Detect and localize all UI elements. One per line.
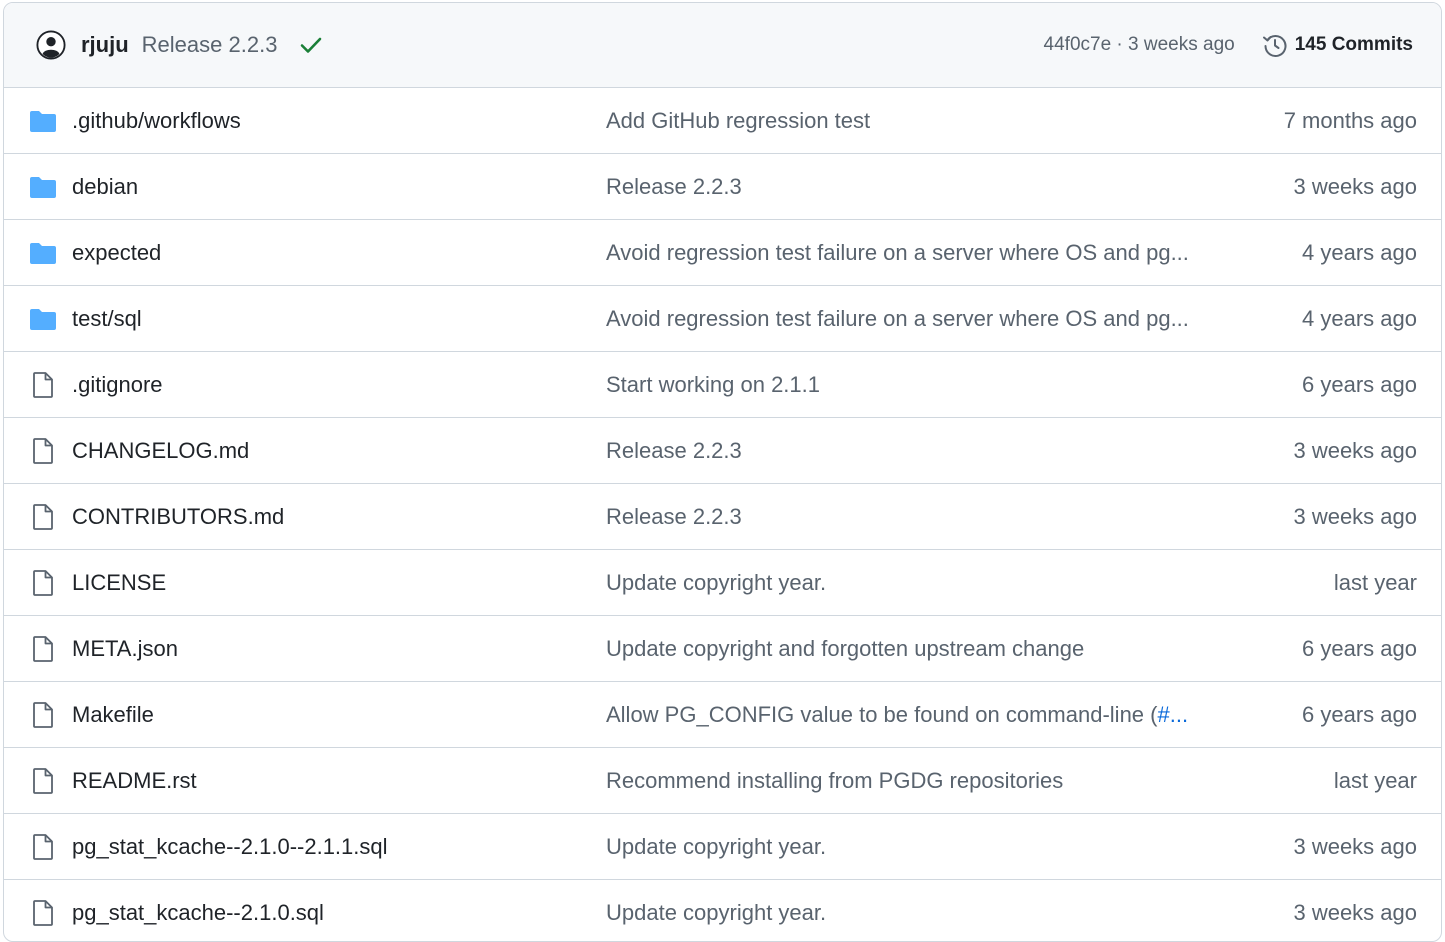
commit-message-link[interactable]: Avoid regression test failure on a serve… [606,240,1189,266]
file-row[interactable]: test/sql Avoid regression test failure on… [4,286,1441,352]
folder-icon [28,240,58,266]
commit-message-link[interactable]: Update copyright and forgotten upstream … [606,636,1084,662]
issue-reference-link[interactable]: #... [1157,702,1188,727]
commit-age: 4 years ago [1302,239,1417,265]
file-name-link[interactable]: debian [72,174,138,200]
file-name-link[interactable]: .gitignore [72,372,163,398]
folder-icon [28,306,58,332]
commit-message-text: Avoid regression test failure on a serve… [606,239,1189,265]
file-name-link[interactable]: pg_stat_kcache--2.1.0.sql [72,900,324,926]
file-icon [28,437,58,464]
file-name-link[interactable]: CONTRIBUTORS.md [72,504,284,530]
file-row[interactable]: Makefile Allow PG_CONFIG value to be foun… [4,682,1441,748]
file-row[interactable]: .gitignore Start working on 2.1.1 6 years … [4,352,1441,418]
latest-commit-message[interactable]: Release 2.2.3 [142,32,278,58]
file-row[interactable]: META.json Update copyright and forgotten … [4,616,1441,682]
commit-message-text: Update copyright and forgotten upstream … [606,635,1085,661]
file-row[interactable]: debian Release 2.2.3 3 weeks ago [4,154,1441,220]
file-row[interactable]: pg_stat_kcache--2.1.0--2.1.1.sql Update c… [4,814,1441,880]
user-avatar-icon [36,30,66,60]
commit-message-text: Update copyright year. [606,899,827,925]
commit-age: 3 weeks ago [1293,833,1417,859]
history-icon [1261,31,1289,59]
file-browser: rjuju Release 2.2.3 44f0c7e · 3 weeks ag… [3,2,1442,942]
file-icon [28,371,58,398]
commit-age: 3 weeks ago [1293,503,1417,529]
file-name-link[interactable]: META.json [72,636,178,662]
commit-message-link[interactable]: Update copyright year. [606,900,826,926]
commit-message-link[interactable]: Start working on 2.1.1 [606,372,820,398]
file-name-link[interactable]: Makefile [72,702,154,728]
file-icon [28,767,58,794]
commit-age: 6 years ago [1302,371,1417,397]
file-name-link[interactable]: expected [72,240,161,266]
commit-message-text: Recommend installing from PGDG repositor… [606,767,1064,793]
commit-author[interactable]: rjuju [81,32,129,58]
commit-age: 3 weeks ago [1293,899,1417,925]
commit-age: 7 months ago [1283,107,1417,133]
commit-message-link[interactable]: Update copyright year. [606,834,826,860]
commit-age: 6 years ago [1302,635,1417,661]
commit-message-text: Update copyright year. [606,833,827,859]
commit-age: 6 years ago [1302,701,1417,727]
avatar[interactable] [36,30,66,60]
folder-icon [28,174,58,200]
commit-message-link[interactable]: Recommend installing from PGDG repositor… [606,768,1063,794]
commit-message-text: Release 2.2.3 [606,503,742,529]
commit-message-link[interactable]: Avoid regression test failure on a serve… [606,306,1189,332]
commit-message-link[interactable]: Add GitHub regression test [606,108,870,134]
file-icon [28,635,58,662]
file-icon [28,503,58,530]
commit-message-text: Allow PG_CONFIG value to be found on com… [606,701,1158,727]
file-name-link[interactable]: test/sql [72,306,142,332]
commit-message-link[interactable]: Release 2.2.3 [606,174,742,200]
file-list: .github/workflows Add GitHub regression t… [4,88,1441,941]
commit-age: 3 weeks ago [1293,437,1417,463]
commit-message-text: Update copyright year. [606,569,827,595]
commit-message-text: Add GitHub regression test [606,107,871,133]
file-row[interactable]: CONTRIBUTORS.md Release 2.2.3 3 weeks ago [4,484,1441,550]
file-name-link[interactable]: LICENSE [72,570,166,596]
file-row[interactable]: README.rst Recommend installing from PGDG… [4,748,1441,814]
commit-message-text: Avoid regression test failure on a serve… [606,305,1189,331]
file-row[interactable]: LICENSE Update copyright year. last year [4,550,1441,616]
commit-message-text: Release 2.2.3 [606,173,742,199]
file-name-link[interactable]: pg_stat_kcache--2.1.0--2.1.1.sql [72,834,388,860]
check-icon[interactable] [299,35,323,55]
file-icon [28,569,58,596]
file-name-link[interactable]: .github/workflows [72,108,241,134]
commit-age: 3 weeks ago [1293,173,1417,199]
file-icon [28,701,58,728]
commit-age: last year [1333,767,1417,793]
file-row[interactable]: pg_stat_kcache--2.1.0.sql Update copyrigh… [4,880,1441,941]
commit-age: 4 years ago [1302,305,1417,331]
latest-commit-bar: rjuju Release 2.2.3 44f0c7e · 3 weeks ag… [4,3,1441,88]
file-row[interactable]: .github/workflows Add GitHub regression t… [4,88,1441,154]
folder-icon [28,108,58,134]
commit-message-text: Start working on 2.1.1 [606,371,821,397]
commit-sha-time[interactable]: 44f0c7e · 3 weeks ago [1044,34,1235,56]
commits-count-label: 145 Commits [1294,34,1413,55]
file-row[interactable]: CHANGELOG.md Release 2.2.3 3 weeks ago [4,418,1441,484]
commit-message-link[interactable]: Update copyright year. [606,570,826,596]
file-name-link[interactable]: README.rst [72,768,197,794]
commits-link[interactable]: 145 Commits [1261,31,1413,59]
commit-message-link[interactable]: Allow PG_CONFIG value to be found on com… [606,702,1188,728]
commit-message-link[interactable]: Release 2.2.3 [606,438,742,464]
commit-message-text: Release 2.2.3 [606,437,742,463]
file-name-link[interactable]: CHANGELOG.md [72,438,249,464]
file-row[interactable]: expected Avoid regression test failure on… [4,220,1441,286]
file-icon [28,899,58,926]
commit-message-link[interactable]: Release 2.2.3 [606,504,742,530]
file-icon [28,833,58,860]
commit-age: last year [1333,569,1417,595]
